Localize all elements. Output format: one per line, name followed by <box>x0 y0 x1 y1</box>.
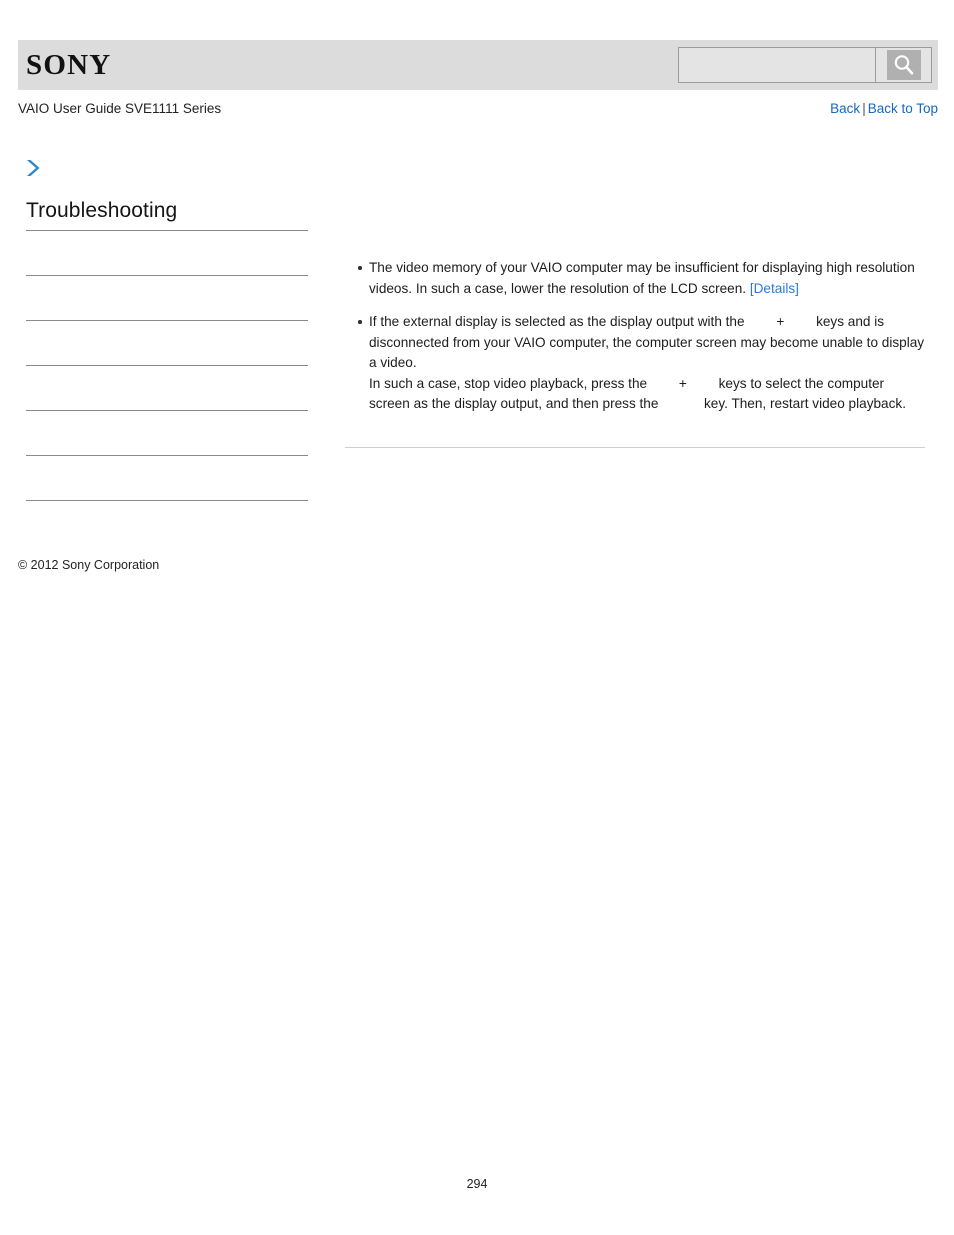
bullet-item-external-display: If the external display is selected as t… <box>345 312 927 415</box>
plus-sign-2: + <box>678 375 687 391</box>
search-area <box>678 47 932 83</box>
troubleshooting-bullet-list: The video memory of your VAIO computer m… <box>345 258 927 415</box>
subheader: VAIO User Guide SVE1111 Series Back | Back… <box>18 101 938 121</box>
sidebar-item-0[interactable] <box>26 231 308 276</box>
plus-sign: + <box>776 314 785 329</box>
page-number: 294 <box>466 1177 488 1191</box>
nav-separator: | <box>862 101 866 116</box>
sidebar: Troubleshooting <box>18 158 308 501</box>
details-link[interactable]: [Details] <box>750 281 799 296</box>
main-content: The video memory of your VAIO computer m… <box>345 258 927 428</box>
sidebar-item-2[interactable] <box>26 321 308 366</box>
sidebar-item-1[interactable] <box>26 276 308 321</box>
bullet-text-part-a: If the external display is selected as t… <box>369 314 749 329</box>
chevron-right-icon[interactable] <box>24 158 42 178</box>
content-bottom-divider <box>345 447 925 448</box>
back-link[interactable]: Back <box>830 101 860 116</box>
copyright-text: © 2012 Sony Corporation <box>18 558 160 572</box>
search-input[interactable] <box>678 47 876 83</box>
search-icon <box>886 50 921 80</box>
sidebar-item-5[interactable] <box>26 456 308 501</box>
bullet-item-video-memory: The video memory of your VAIO computer m… <box>345 258 927 299</box>
sony-logo: SONY <box>26 49 112 81</box>
page-title: VAIO User Guide SVE1111 Series <box>18 101 222 116</box>
sidebar-title: Troubleshooting <box>26 199 178 222</box>
bullet-text-part-c: In such a case, stop video playback, pre… <box>369 375 651 391</box>
site-header-bar: SONY <box>18 40 938 90</box>
sidebar-item-3[interactable] <box>26 366 308 411</box>
bullet-text: The video memory of your VAIO computer m… <box>369 260 915 296</box>
bullet-text-part-e: key. Then, restart video playback. <box>700 396 906 411</box>
header-nav-links: Back | Back to Top <box>830 101 938 116</box>
sidebar-item-4[interactable] <box>26 411 308 456</box>
back-to-top-link[interactable]: Back to Top <box>868 101 938 116</box>
search-button[interactable] <box>876 47 932 83</box>
